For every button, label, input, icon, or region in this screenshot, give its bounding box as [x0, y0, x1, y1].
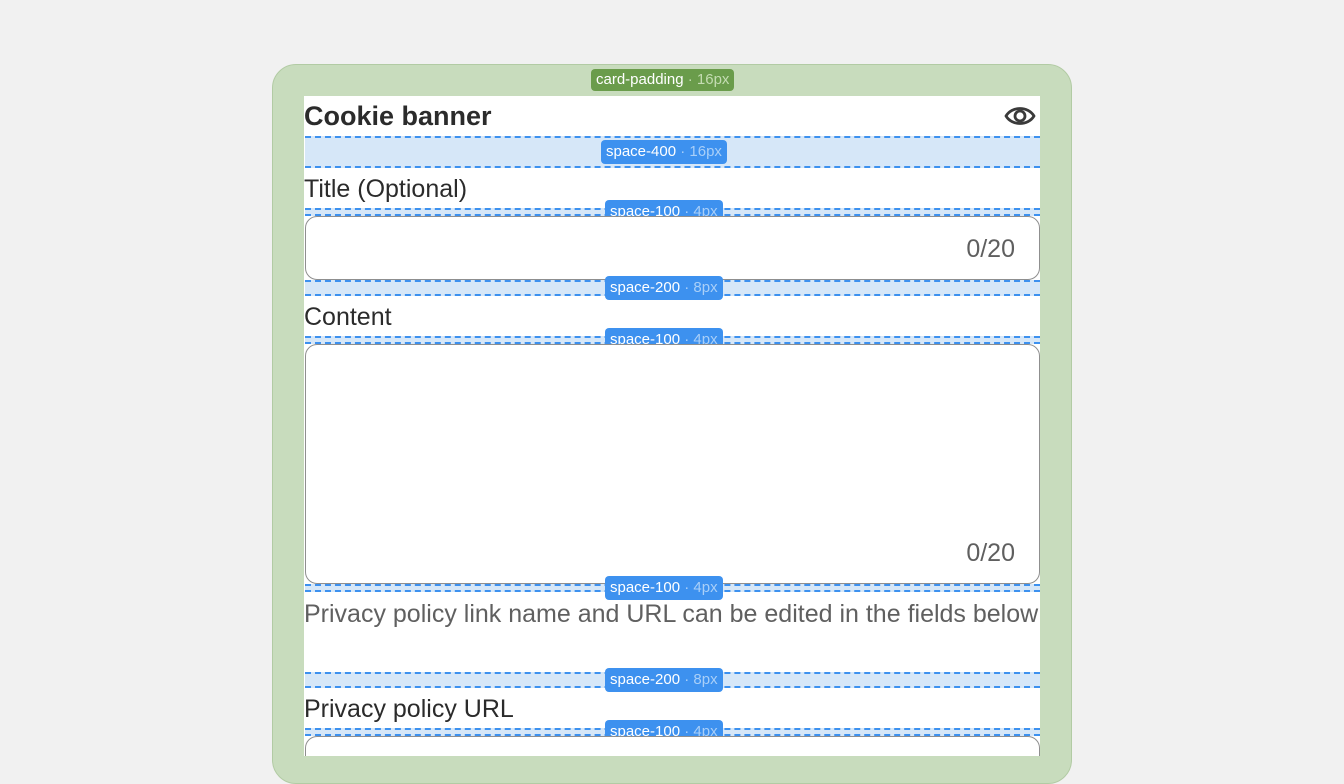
eye-icon [1004, 107, 1036, 125]
card-padding-badge: card-padding · 16px [591, 69, 735, 91]
privacy-url-field-label: Privacy policy URL [304, 695, 514, 723]
content-textarea[interactable]: 0/20 [305, 344, 1040, 584]
spacing-token: space-200 [610, 279, 681, 296]
spacing-value: 8px [693, 671, 718, 688]
title-input[interactable]: 0/20 [305, 216, 1040, 280]
spacing-badge-title-field: space-200 · 8px [605, 276, 723, 300]
spacing-badge-helper: space-200 · 8px [605, 668, 723, 692]
card-title: Cookie banner [304, 101, 492, 131]
content-field-label: Content [304, 303, 392, 331]
spacing-value: 16px [689, 143, 722, 160]
spacing-badge-header: space-400 · 16px [601, 140, 727, 164]
title-character-counter: 0/20 [966, 235, 1015, 263]
privacy-url-input[interactable] [305, 736, 1040, 756]
card-padding-token: card-padding [596, 71, 684, 88]
title-field-label: Title (Optional) [304, 175, 468, 203]
privacy-helper-text: Privacy policy link name and URL can be … [304, 600, 1039, 628]
preview-button[interactable] [1003, 101, 1037, 131]
spacing-token: space-200 [610, 671, 681, 688]
content-character-counter: 0/20 [966, 539, 1015, 567]
spacing-token: space-400 [606, 143, 677, 160]
card-padding-value: 16px [696, 71, 730, 88]
spacing-value: 8px [693, 279, 718, 296]
